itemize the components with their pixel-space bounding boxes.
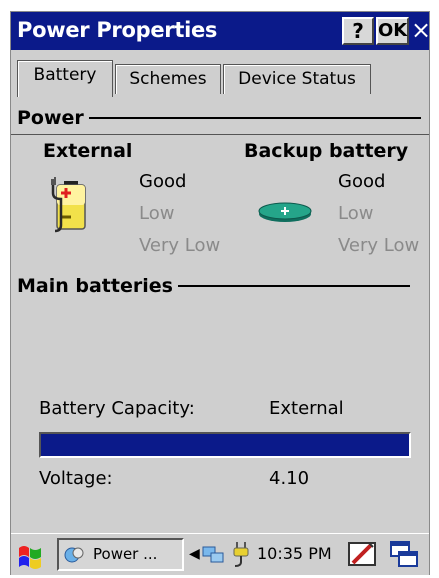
external-status-low: Low — [139, 203, 175, 224]
power-heading-text: Power — [17, 107, 84, 129]
tab-divider — [11, 134, 429, 135]
battery-capacity-fill — [41, 434, 409, 456]
network-icon[interactable] — [201, 542, 225, 566]
external-label: External — [43, 140, 133, 162]
power-plug-icon[interactable] — [231, 540, 253, 568]
battery-capacity-label: Battery Capacity: — [39, 398, 195, 419]
tab-strip: Battery Schemes Device Status — [11, 50, 429, 135]
external-status-very-low: Very Low — [139, 235, 221, 256]
task-button-label: Power ... — [93, 545, 158, 563]
voltage-value: 4.10 — [269, 468, 310, 489]
ok-button[interactable]: OK — [376, 17, 409, 45]
main-batteries-heading: Main batteries — [17, 275, 427, 297]
backup-battery-label: Backup battery — [244, 140, 409, 162]
battery-capacity-bar — [39, 432, 411, 458]
tab-battery[interactable]: Battery — [17, 60, 113, 97]
backup-status-good: Good — [338, 171, 386, 192]
backup-status-very-low: Very Low — [338, 235, 420, 256]
power-section-heading: Power — [17, 107, 421, 129]
power-app-icon — [64, 547, 84, 563]
coin-cell-battery-icon — [258, 202, 312, 222]
section-rule — [177, 285, 410, 287]
external-status-good: Good — [139, 171, 187, 192]
power-task-button[interactable]: Power ... — [57, 538, 184, 571]
tab-schemes[interactable]: Schemes — [115, 64, 221, 94]
battery-capacity-value: External — [269, 398, 344, 419]
window-title: Power Properties — [17, 18, 218, 42]
help-button[interactable]: ? — [342, 17, 374, 45]
start-flag-icon[interactable] — [15, 540, 45, 570]
section-rule — [88, 117, 421, 119]
voltage-label: Voltage: — [39, 468, 113, 489]
title-bar: Power Properties ? OK × — [11, 12, 431, 50]
backup-status-low: Low — [338, 203, 374, 224]
input-panel-icon[interactable] — [347, 539, 379, 569]
close-button[interactable]: × — [411, 17, 431, 45]
battery-tab-panel: Power External Backup battery Good Low V… — [11, 97, 429, 533]
main-batteries-heading-text: Main batteries — [17, 275, 173, 297]
clock[interactable]: 10:35 PM — [257, 544, 332, 563]
taskbar: Power ... ◀ 10:35 PM — [11, 533, 429, 575]
tray-scroll-left-icon[interactable]: ◀ — [189, 546, 200, 562]
external-power-icon — [51, 177, 86, 233]
power-properties-window: Power Properties ? OK × Battery Schemes … — [10, 11, 431, 575]
show-desktop-icon[interactable] — [389, 540, 419, 568]
tab-device-status[interactable]: Device Status — [223, 64, 371, 94]
